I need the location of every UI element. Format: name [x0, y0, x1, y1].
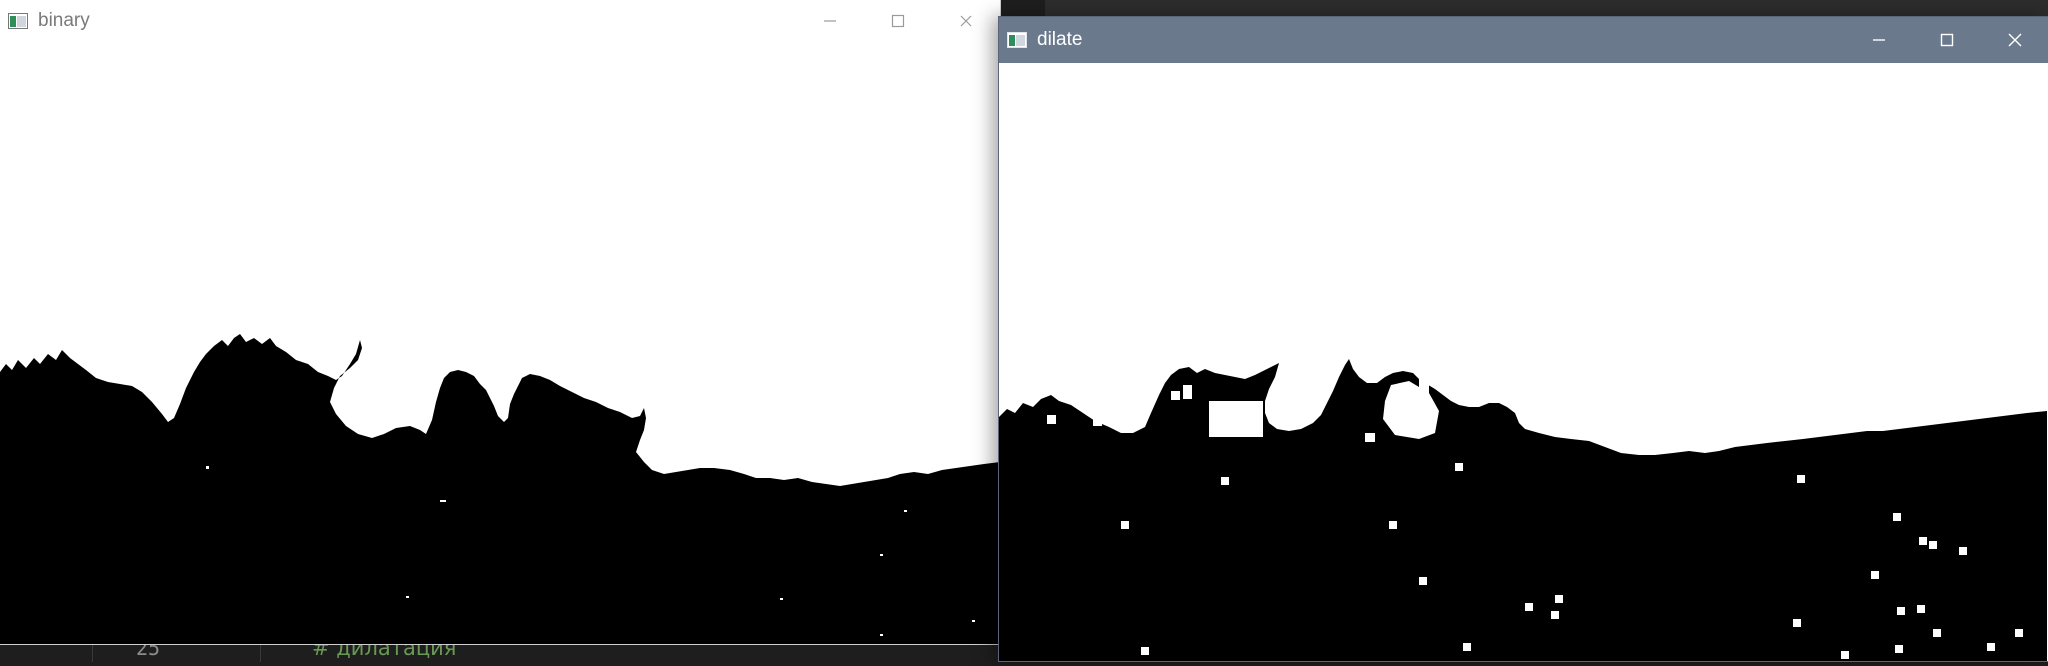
- close-icon: [960, 15, 972, 27]
- minimize-icon: [824, 20, 836, 22]
- close-button[interactable]: [932, 0, 1000, 42]
- minimize-button[interactable]: [1845, 17, 1913, 63]
- maximize-button[interactable]: [1913, 17, 1981, 63]
- window-title: dilate: [1037, 29, 1083, 50]
- window-controls: [796, 0, 1000, 42]
- minimize-button[interactable]: [796, 0, 864, 42]
- minimize-icon: [1873, 39, 1885, 41]
- binary-window[interactable]: binary: [0, 0, 1000, 644]
- dilate-window[interactable]: dilate: [998, 16, 2048, 662]
- opencv-window-icon: [1007, 32, 1027, 48]
- binary-titlebar[interactable]: binary: [0, 0, 1000, 42]
- binary-image[interactable]: [0, 42, 1000, 644]
- maximize-button[interactable]: [864, 0, 932, 42]
- maximize-icon: [1940, 33, 1954, 47]
- window-controls: [1845, 17, 2048, 63]
- close-icon: [2008, 33, 2022, 47]
- binary-silhouette-image: [0, 42, 1000, 644]
- dilate-image[interactable]: [999, 63, 2047, 661]
- opencv-window-icon: [8, 13, 28, 29]
- dilate-silhouette-image: [999, 63, 2047, 661]
- close-button[interactable]: [1981, 17, 2048, 63]
- window-title: binary: [38, 10, 90, 31]
- maximize-icon: [891, 14, 905, 28]
- dilate-titlebar[interactable]: dilate: [999, 17, 2048, 63]
